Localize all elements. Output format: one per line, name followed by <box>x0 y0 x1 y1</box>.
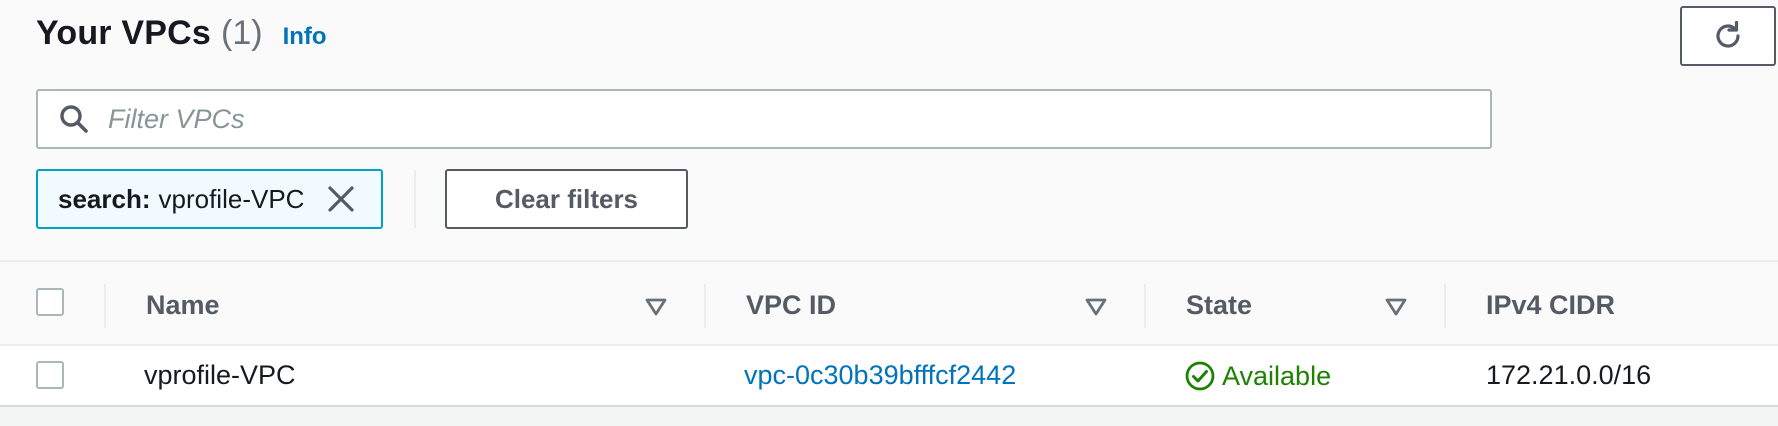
column-separator <box>704 284 706 328</box>
filter-vpcs-box <box>36 89 1492 149</box>
filter-token-key: search: <box>58 183 151 214</box>
clear-filters-button[interactable]: Clear filters <box>445 169 688 229</box>
refresh-button[interactable] <box>1680 6 1776 66</box>
info-link[interactable]: Info <box>283 23 327 51</box>
select-all-checkbox[interactable] <box>36 288 64 316</box>
filter-token-value: vprofile-VPC <box>158 183 305 214</box>
vpc-state-label: Available <box>1222 360 1332 391</box>
sort-caret-icon[interactable] <box>1083 294 1109 320</box>
filter-divider <box>414 170 416 228</box>
column-separator <box>104 284 106 328</box>
column-header-ipv4-cidr[interactable]: IPv4 CIDR <box>1486 290 1615 321</box>
search-filter-token: search: vprofile-VPC <box>36 169 383 229</box>
column-header-name[interactable]: Name <box>146 290 220 321</box>
sort-caret-icon[interactable] <box>1383 294 1409 320</box>
row-select-checkbox[interactable] <box>36 361 64 389</box>
sort-caret-icon[interactable] <box>643 294 669 320</box>
column-header-vpc-id[interactable]: VPC ID <box>746 290 836 321</box>
vpc-state-cell: Available <box>1184 360 1331 392</box>
vpc-count: (1) <box>221 14 263 52</box>
vpc-name-cell: vprofile-VPC <box>144 360 296 390</box>
filter-vpcs-input[interactable] <box>108 91 1490 147</box>
column-separator <box>1444 284 1446 328</box>
refresh-icon <box>1710 18 1746 54</box>
column-header-state[interactable]: State <box>1186 290 1252 321</box>
search-icon <box>58 103 90 135</box>
table-row[interactable]: vprofile-VPC vpc-0c30b39bfffcf2442 Avail… <box>0 346 1778 407</box>
vpc-id-link[interactable]: vpc-0c30b39bfffcf2442 <box>744 360 1016 391</box>
ipv4-cidr-cell: 172.21.0.0/16 <box>1486 360 1652 390</box>
page-title: Your VPCs <box>36 14 211 52</box>
table-footer-strip <box>0 408 1778 426</box>
table-header: Name VPC ID State IPv4 CIDR <box>0 260 1778 346</box>
close-icon[interactable] <box>326 184 356 214</box>
check-circle-icon <box>1184 360 1216 392</box>
column-separator <box>1144 284 1146 328</box>
page-title-row: Your VPCs (1) Info <box>36 14 327 64</box>
